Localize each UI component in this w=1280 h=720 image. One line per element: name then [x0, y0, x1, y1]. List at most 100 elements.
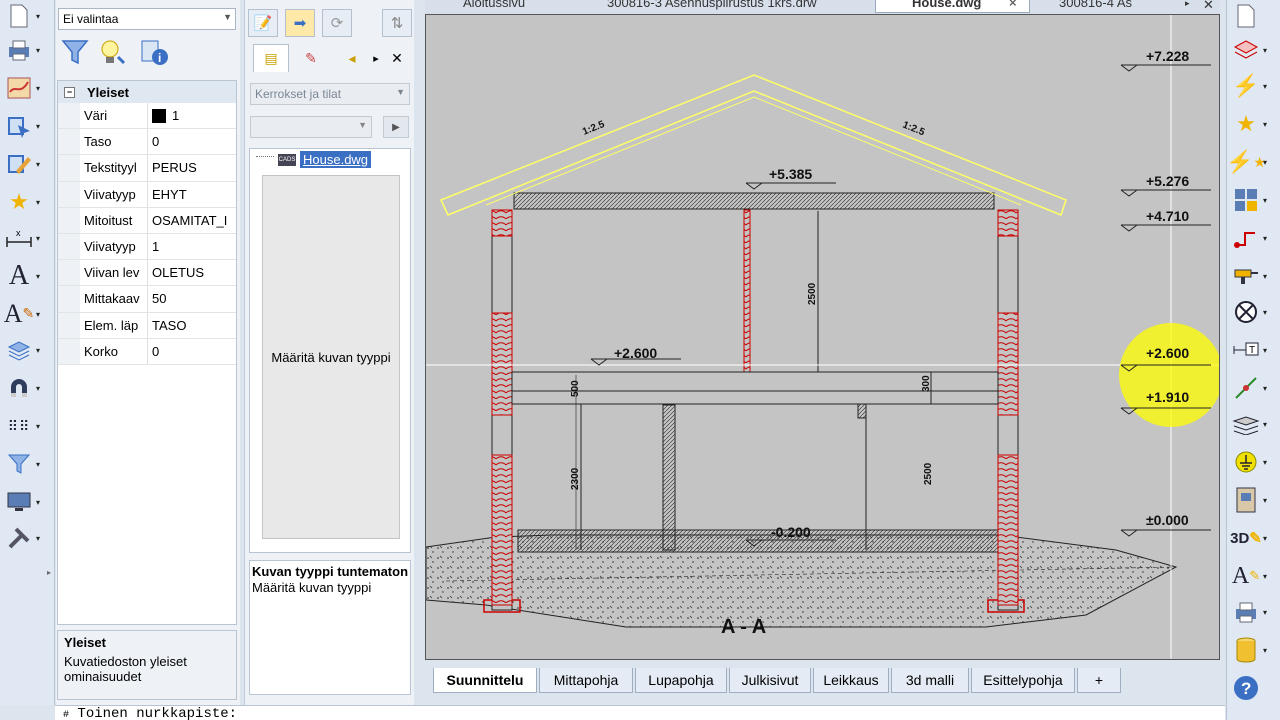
- dropdown-arrow[interactable]: ▾: [36, 422, 40, 431]
- doc-tab-assembly[interactable]: 300816-3 Asennuspiirustus 1krs.drw: [607, 0, 817, 13]
- shape-tool[interactable]: ▾: [4, 110, 50, 142]
- secondary-combo[interactable]: ▼: [250, 116, 372, 138]
- drill-tool[interactable]: ▾: [1229, 260, 1279, 292]
- property-row[interactable]: Viivatyyp EHYT: [58, 181, 236, 208]
- dropdown-arrow[interactable]: ▾: [36, 460, 40, 469]
- property-row[interactable]: Väri 1: [58, 103, 236, 130]
- doc-tab-start[interactable]: Aloitussivu: [463, 0, 525, 13]
- tab-pen[interactable]: ✎: [295, 44, 327, 72]
- symbol-tool[interactable]: ★ ▾: [4, 186, 50, 218]
- sketch-tool[interactable]: ▾: [4, 72, 50, 104]
- drawing-canvas[interactable]: +7.228 +5.276 +4.710 +2.600 +1.910 ±0.00…: [425, 14, 1220, 660]
- close-icon[interactable]: ×: [1009, 0, 1017, 10]
- tab-3d-malli[interactable]: 3d malli: [891, 668, 969, 693]
- import-button[interactable]: ➡: [285, 9, 315, 37]
- command-line[interactable]: # Toinen nurkkapiste:: [55, 705, 1225, 720]
- dropdown-arrow[interactable]: ▾: [1263, 458, 1267, 467]
- dropdown-arrow[interactable]: ▾: [36, 198, 40, 207]
- dropdown-arrow[interactable]: ▾: [1263, 196, 1267, 205]
- property-row[interactable]: Mitoitust OSAMITAT_I: [58, 207, 236, 234]
- tab-scroll-right[interactable]: ▸: [1185, 0, 1190, 14]
- dropdown-arrow[interactable]: ▾: [36, 272, 40, 281]
- connector-tool[interactable]: ▾: [1229, 222, 1279, 254]
- dropdown-arrow[interactable]: ▾: [36, 84, 40, 93]
- property-row[interactable]: Tekstityyl PERUS: [58, 155, 236, 182]
- close-panel-button[interactable]: ✕: [387, 44, 407, 72]
- highlight-button[interactable]: [94, 36, 128, 70]
- property-row[interactable]: Mittakaav 50: [58, 286, 236, 313]
- go-button[interactable]: ▶: [383, 116, 409, 138]
- property-row[interactable]: Viivatyyp 1: [58, 233, 236, 261]
- tab-esittelypohja[interactable]: Esittelypohja: [971, 668, 1075, 693]
- doc-close-button[interactable]: ✕: [1203, 0, 1214, 14]
- dropdown-arrow[interactable]: ▾: [1263, 120, 1267, 129]
- collapse-icon[interactable]: −: [64, 86, 75, 98]
- database-tool[interactable]: ▾: [1229, 634, 1279, 666]
- sort-button[interactable]: ⇅: [382, 9, 412, 37]
- layer-tool[interactable]: ▾: [1229, 34, 1279, 66]
- dropdown-arrow[interactable]: ▾: [1263, 534, 1267, 543]
- property-value[interactable]: 1: [148, 234, 236, 259]
- dropdown-arrow[interactable]: ▾: [36, 384, 40, 393]
- 3d-text-tool[interactable]: 3D ✎ ▾: [1229, 522, 1279, 554]
- text-tool[interactable]: A ▾: [4, 260, 50, 292]
- line-tool[interactable]: ▾: [1229, 372, 1279, 404]
- tree-item-house[interactable]: CADS House.dwg: [256, 151, 372, 168]
- dropdown-arrow[interactable]: ▾: [1263, 308, 1267, 317]
- dropdown-arrow[interactable]: ▾: [36, 346, 40, 355]
- circuit-tool[interactable]: ▾: [1229, 296, 1279, 328]
- property-value[interactable]: 0: [148, 129, 236, 154]
- help-button[interactable]: ?: [1229, 672, 1279, 704]
- property-value[interactable]: 0: [148, 339, 236, 364]
- tab-next[interactable]: ▸: [367, 44, 385, 72]
- filter-tool[interactable]: ▾: [4, 448, 50, 480]
- electric-star-tool[interactable]: ⚡ ★ ▾: [1226, 146, 1279, 178]
- tab-julkisivut[interactable]: Julkisivut: [729, 668, 811, 693]
- grid-tool[interactable]: ⠿⠿ ▾: [4, 410, 50, 442]
- property-value[interactable]: TASO: [148, 313, 236, 338]
- tab-layers[interactable]: ▤: [253, 44, 289, 72]
- dropdown-arrow[interactable]: ▾: [1263, 420, 1267, 429]
- dropdown-arrow[interactable]: ▾: [36, 46, 40, 55]
- text-box-tool[interactable]: T ▾: [1229, 334, 1279, 366]
- tab-suunnittelu[interactable]: Suunnittelu: [433, 668, 537, 693]
- dropdown-arrow[interactable]: ▾: [1263, 158, 1267, 167]
- tab-mittapohja[interactable]: Mittapohja: [539, 668, 633, 693]
- dropdown-arrow[interactable]: ▾: [1263, 496, 1267, 505]
- electric-tool[interactable]: ⚡ ▾: [1229, 70, 1279, 102]
- dropdown-arrow[interactable]: ▾: [36, 234, 40, 243]
- doc-tab-assembly-4[interactable]: 300816-4 As: [1059, 0, 1132, 13]
- dropdown-arrow[interactable]: ▾: [1263, 608, 1267, 617]
- dimension-tool[interactable]: x ▾: [4, 222, 50, 254]
- selection-combo[interactable]: Ei valintaa ▼: [58, 8, 236, 30]
- property-row[interactable]: Viivan lev OLETUS: [58, 260, 236, 287]
- tab-prev[interactable]: ◂: [339, 44, 365, 72]
- object-info-button[interactable]: i: [138, 36, 172, 70]
- new-sheet-tool[interactable]: [1229, 0, 1279, 32]
- dropdown-arrow[interactable]: ▾: [36, 160, 40, 169]
- property-value[interactable]: PERUS: [148, 155, 236, 180]
- tools-tool[interactable]: ▾: [4, 522, 50, 554]
- dropdown-arrow[interactable]: ▾: [36, 534, 40, 543]
- new-document-tool[interactable]: ▾: [4, 0, 50, 32]
- dropdown-arrow[interactable]: ▾: [1263, 272, 1267, 281]
- dropdown-arrow[interactable]: ▾: [1263, 82, 1267, 91]
- dropdown-arrow[interactable]: ▾: [1263, 46, 1267, 55]
- edit-shape-tool[interactable]: ▾: [4, 148, 50, 180]
- ground-tool[interactable]: ▾: [1229, 446, 1279, 478]
- dropdown-arrow[interactable]: ▾: [1263, 572, 1267, 581]
- overflow-arrow[interactable]: ▸: [47, 568, 51, 577]
- property-value[interactable]: 50: [148, 286, 236, 311]
- tab-leikkaus[interactable]: Leikkaus: [813, 668, 889, 693]
- filter-button[interactable]: [58, 36, 92, 70]
- property-group-header[interactable]: − Yleiset: [58, 81, 236, 103]
- refresh-button[interactable]: ⟳: [322, 9, 352, 37]
- tab-lupapohja[interactable]: Lupapohja: [635, 668, 727, 693]
- property-row[interactable]: Korko 0: [58, 338, 236, 365]
- hatch-tool[interactable]: ▾: [1229, 408, 1279, 440]
- favorites-tool[interactable]: ★ ▾: [1229, 108, 1279, 140]
- dropdown-arrow[interactable]: ▾: [1263, 384, 1267, 393]
- add-tab-button[interactable]: +: [1077, 668, 1121, 693]
- cabinet-tool[interactable]: ▾: [1229, 484, 1279, 516]
- dropdown-arrow[interactable]: ▾: [36, 122, 40, 131]
